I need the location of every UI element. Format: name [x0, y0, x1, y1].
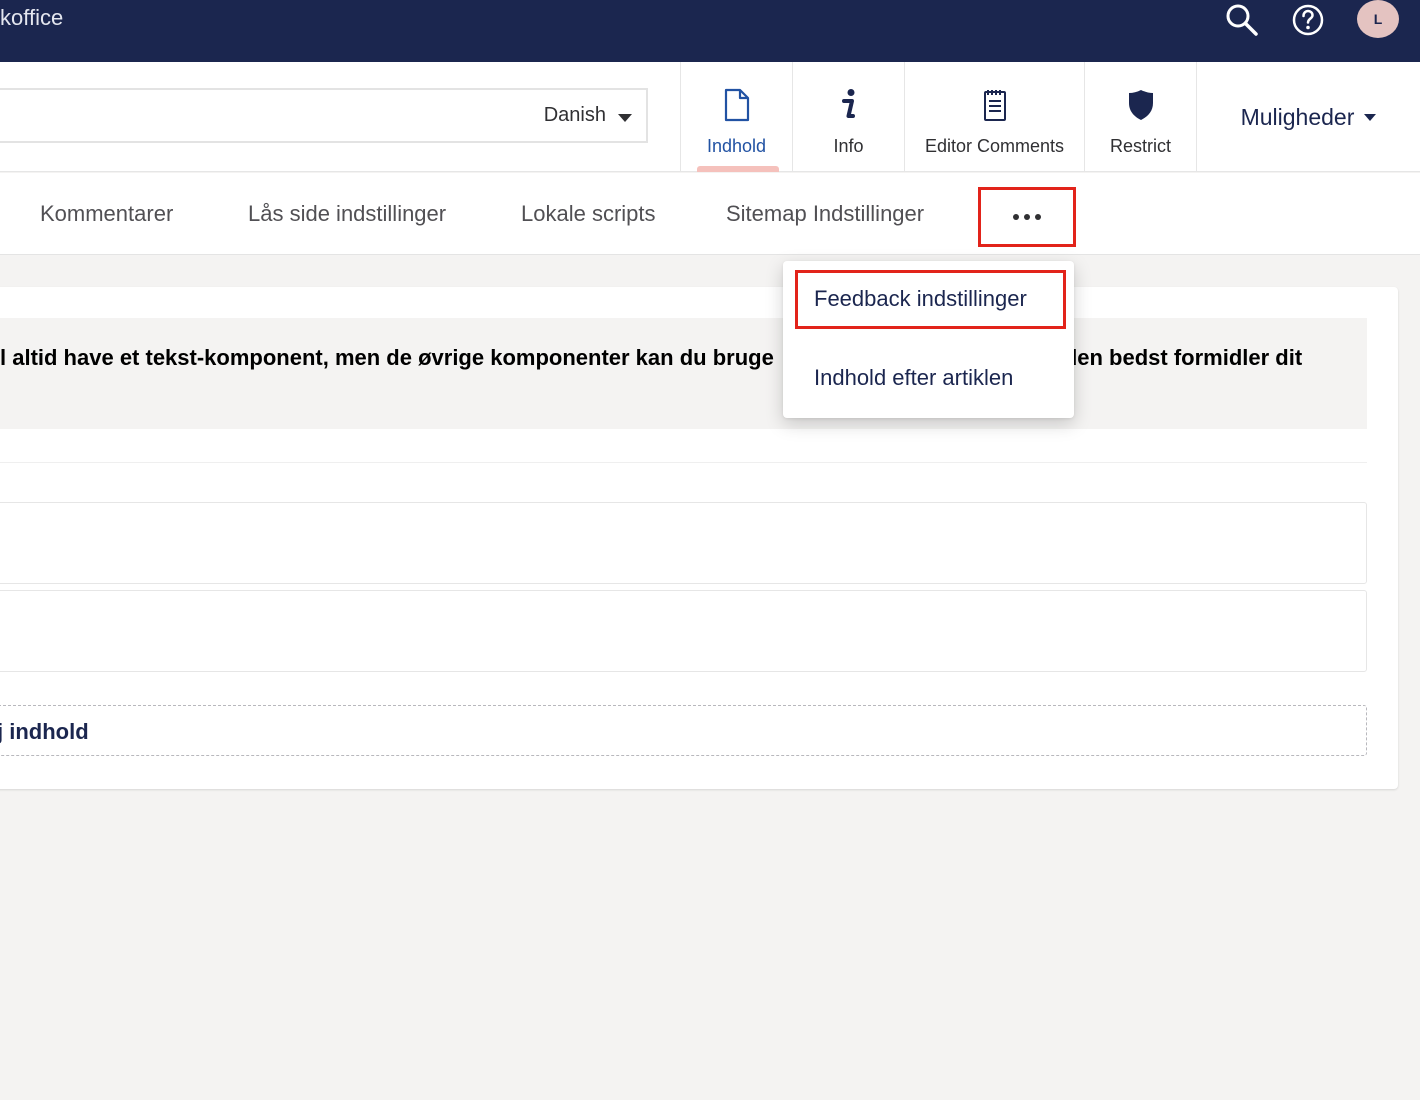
more-dot — [1035, 214, 1041, 220]
content-block[interactable] — [0, 502, 1367, 584]
search-button[interactable] — [1222, 0, 1262, 40]
notice-text-end: den bedst formidler dit — [1063, 345, 1303, 370]
tab-indhold[interactable]: Indhold — [680, 62, 792, 172]
tab-label: Restrict — [1109, 136, 1171, 156]
app-title: koffice — [0, 5, 64, 30]
tab-label: Info — [833, 136, 864, 156]
help-button[interactable] — [1288, 0, 1328, 40]
editor-header: Danish Indhold Info Editor Comments Rest… — [0, 62, 1420, 172]
notice-text-start: l altid have et tekst-komponent, men de … — [0, 345, 774, 370]
more-dot — [1024, 214, 1030, 220]
more-tabs-button[interactable] — [978, 187, 1076, 247]
menu-item-indhold-efter-artiklen[interactable]: Indhold efter artiklen — [814, 365, 1013, 391]
page-name-input[interactable]: Danish — [0, 88, 648, 143]
tab-label: Editor Comments — [924, 136, 1065, 156]
notepad-icon — [983, 90, 1006, 121]
top-bar: koffice L — [0, 0, 1420, 62]
info-icon — [841, 89, 855, 118]
content-block[interactable] — [0, 590, 1367, 672]
subtab-las-side-indstillinger[interactable]: Lås side indstillinger — [248, 173, 446, 255]
add-content-label: j indhold — [0, 719, 89, 744]
more-horizontal-icon — [1013, 214, 1019, 220]
tab-editor-comments[interactable]: Editor Comments — [904, 62, 1084, 172]
more-tabs-dropdown: Feedback indstillinger Indhold efter art… — [783, 261, 1074, 418]
subtab-kommentarer[interactable]: Kommentarer — [40, 173, 173, 255]
shield-icon — [1128, 90, 1153, 120]
tab-info[interactable]: Info — [792, 62, 904, 172]
document-icon — [724, 88, 749, 122]
add-content-button[interactable]: j indhold — [0, 705, 1367, 756]
tab-label: Indhold — [706, 136, 767, 156]
divider — [0, 462, 1367, 463]
content-subtabs: Kommentarer Lås side indstillinger Lokal… — [0, 173, 1420, 255]
actions-label: Muligheder — [1240, 103, 1355, 130]
help-circle-icon — [1292, 4, 1324, 36]
user-avatar[interactable]: L — [1357, 0, 1399, 38]
language-select[interactable]: Danish — [544, 90, 632, 141]
language-label: Danish — [543, 104, 606, 126]
tab-restrict[interactable]: Restrict — [1084, 62, 1196, 172]
info-notice: l altid have et tekst-komponent, men de … — [0, 318, 1367, 429]
chevron-down-icon — [618, 113, 632, 122]
chevron-down-icon — [1364, 113, 1377, 121]
notice-text: l altid have et tekst-komponent, men de … — [0, 345, 1367, 371]
menu-item-feedback-indstillinger[interactable]: Feedback indstillinger — [814, 286, 1027, 312]
active-tab-indicator — [697, 166, 779, 172]
subtab-sitemap-indstillinger[interactable]: Sitemap Indstillinger — [726, 173, 924, 255]
subtab-lokale-scripts[interactable]: Lokale scripts — [521, 173, 656, 255]
search-icon — [1226, 4, 1258, 36]
actions-menu-button[interactable]: Muligheder — [1196, 62, 1420, 172]
